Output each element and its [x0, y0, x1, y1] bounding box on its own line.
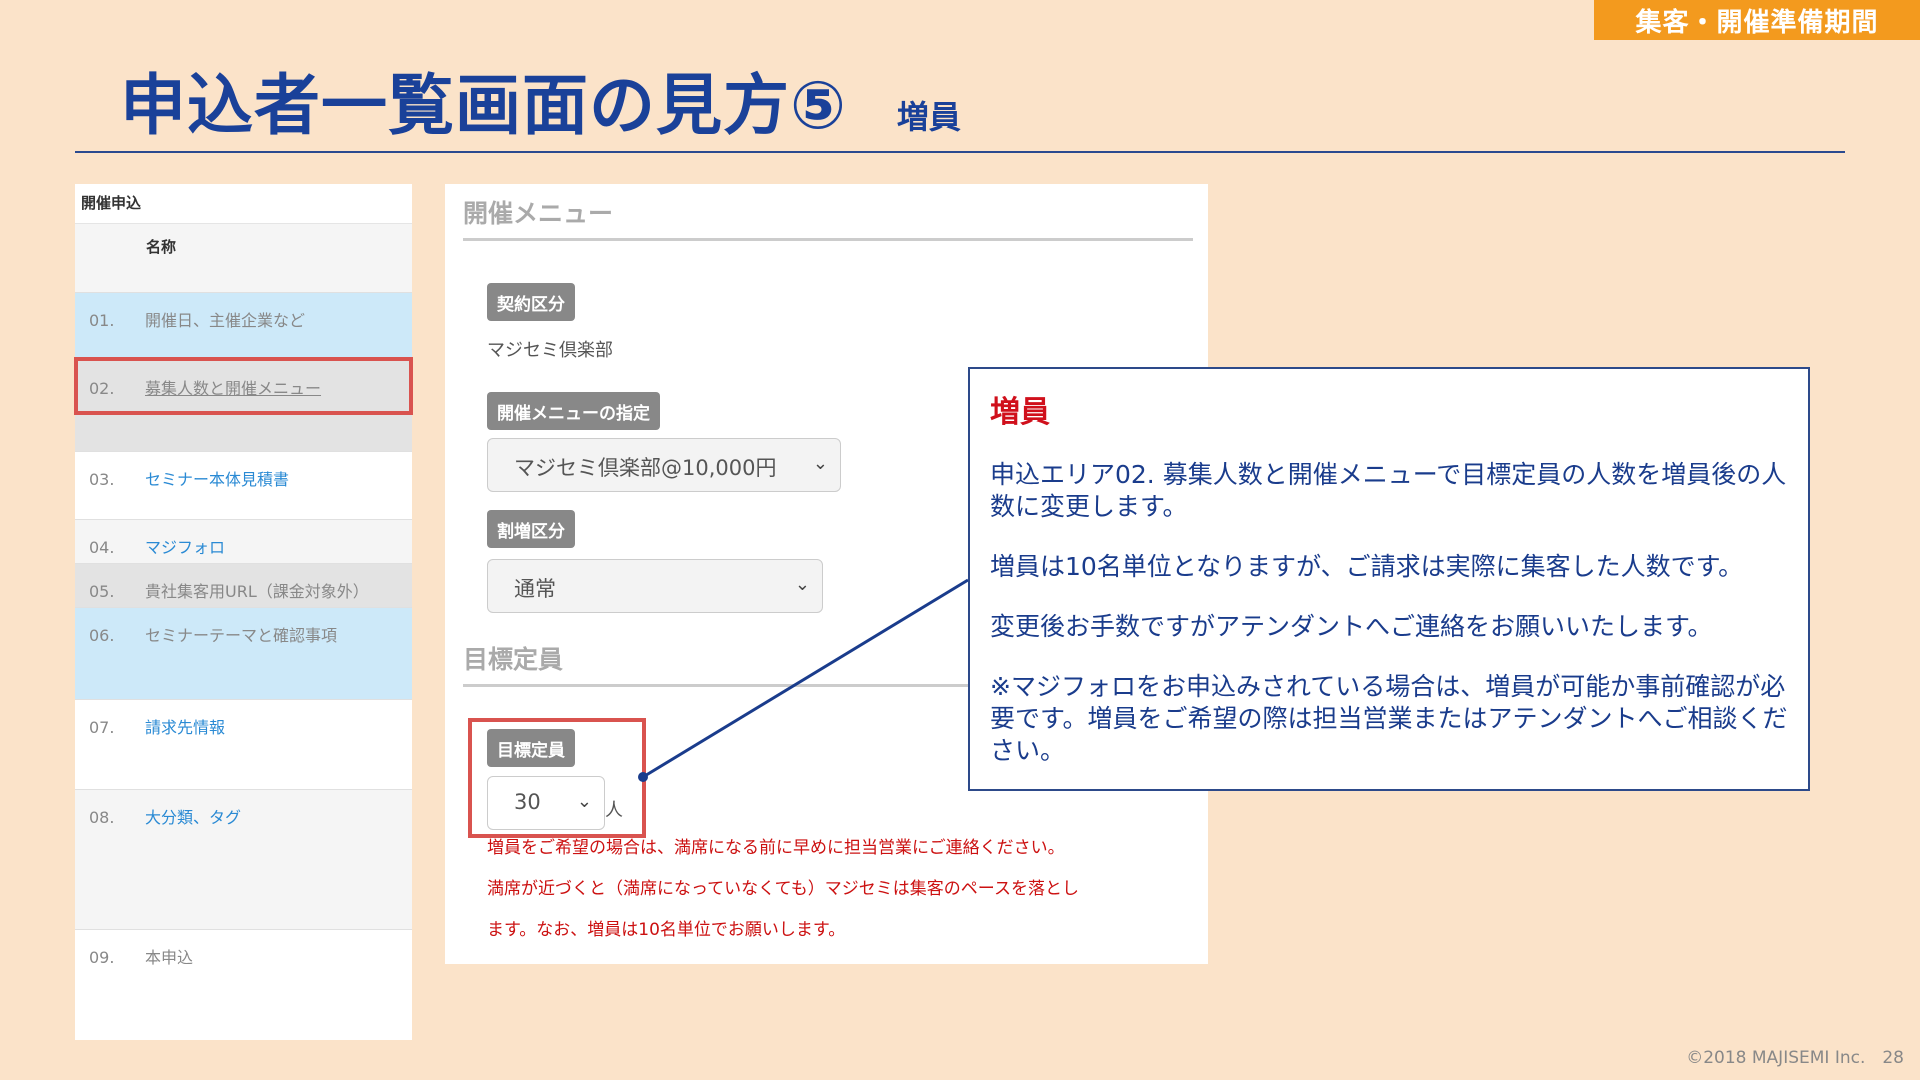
nav-column-header: 名称 — [75, 224, 412, 292]
phase-tag: 集客・開催準備期間 — [1594, 0, 1920, 40]
nav-item-label: 請求先情報 — [145, 718, 226, 737]
menu-selection-badge: 開催メニューの指定 — [487, 392, 660, 430]
note-line-2: 満席が近づくと（満席になっていなくても）マジセミは集客のペースを落とし — [487, 879, 1079, 899]
surcharge-select[interactable]: 通常 ⌄ — [487, 559, 823, 613]
slide-subtitle: 増員 — [896, 98, 961, 136]
nav-item-number: 08. — [89, 808, 115, 827]
contract-type-value: マジセミ倶楽部 — [487, 340, 613, 361]
nav-item-number: 01. — [89, 311, 115, 330]
nav-item-label: 開催日、主催企業など — [145, 311, 306, 330]
callout-paragraph-1: 申込エリア02. 募集人数と開催メニューで目標定員の人数を増員後の人数に変更しま… — [990, 460, 1787, 521]
nav-item-label: マジフォロ — [145, 538, 226, 557]
menu-select[interactable]: マジセミ倶楽部@10,000円 ⌄ — [487, 438, 841, 492]
slide-title: 申込者一覧画面の見方⑤ — [120, 67, 847, 144]
callout-paragraph-3: 変更後お手数ですがアテンダントへご連絡をお願いいたします。 — [990, 612, 1713, 641]
nav-item-07[interactable]: 07. 請求先情報 — [75, 699, 412, 789]
nav-item-number: 07. — [89, 718, 115, 737]
contract-type-badge: 契約区分 — [487, 283, 575, 321]
copyright-footer: ©2018 MAJISEMI Inc. 28 — [1686, 1048, 1904, 1068]
nav-item-04[interactable]: 04. マジフォロ — [75, 519, 412, 563]
note-line-3: ます。なお、増員は10名単位でお願いします。 — [487, 920, 846, 940]
target-section-title: 目標定員 — [463, 640, 983, 687]
callout-paragraph-2: 増員は10名単位となりますが、ご請求は実際に集客した人数です。 — [990, 552, 1744, 581]
nav-item-label: 本申込 — [145, 948, 194, 967]
callout-title: 増員 — [990, 395, 1050, 430]
nav-item-03[interactable]: 03. セミナー本体見積書 — [75, 451, 412, 519]
title-divider — [75, 151, 1845, 153]
callout-paragraph-4: ※マジフォロをお申込みされている場合は、増員が可能か事前確認が必要です。増員をご… — [990, 672, 1788, 765]
menu-section-title: 開催メニュー — [463, 194, 1193, 241]
nav-item-02-highlight — [74, 357, 413, 415]
chevron-down-icon: ⌄ — [812, 453, 828, 474]
nav-item-06[interactable]: 06. セミナーテーマと確認事項 — [75, 607, 412, 699]
nav-item-number: 04. — [89, 538, 115, 557]
nav-item-number: 06. — [89, 626, 115, 645]
nav-item-number: 05. — [89, 582, 115, 601]
chevron-down-icon: ⌄ — [794, 574, 810, 595]
nav-item-label: セミナー本体見積書 — [145, 470, 290, 489]
nav-item-08[interactable]: 08. 大分類、タグ — [75, 789, 412, 929]
application-nav-panel: 開催申込 名称 01. 開催日、主催企業など 02. 募集人数と開催メニュー 03.… — [75, 184, 412, 1040]
nav-item-01[interactable]: 01. 開催日、主催企業など — [75, 292, 412, 360]
slide-header: 申込者一覧画面の見方⑤ 増員 — [120, 52, 961, 148]
nav-item-09[interactable]: 09. 本申込 — [75, 929, 412, 1040]
nav-header: 開催申込 — [75, 184, 412, 224]
nav-item-label: 貴社集客用URL（課金対象外） — [145, 582, 369, 601]
nav-item-number: 09. — [89, 948, 115, 967]
explanation-callout: 増員 申込エリア02. 募集人数と開催メニューで目標定員の人数を増員後の人数に変… — [968, 367, 1810, 791]
surcharge-badge: 割増区分 — [487, 510, 575, 548]
surcharge-select-value: 通常 — [514, 577, 556, 601]
nav-item-number: 03. — [89, 470, 115, 489]
nav-item-label: セミナーテーマと確認事項 — [145, 626, 338, 645]
target-capacity-highlight — [468, 718, 646, 838]
menu-select-value: マジセミ倶楽部@10,000円 — [514, 456, 777, 480]
nav-item-05[interactable]: 05. 貴社集客用URL（課金対象外） — [75, 563, 412, 607]
nav-item-label: 大分類、タグ — [145, 808, 242, 827]
